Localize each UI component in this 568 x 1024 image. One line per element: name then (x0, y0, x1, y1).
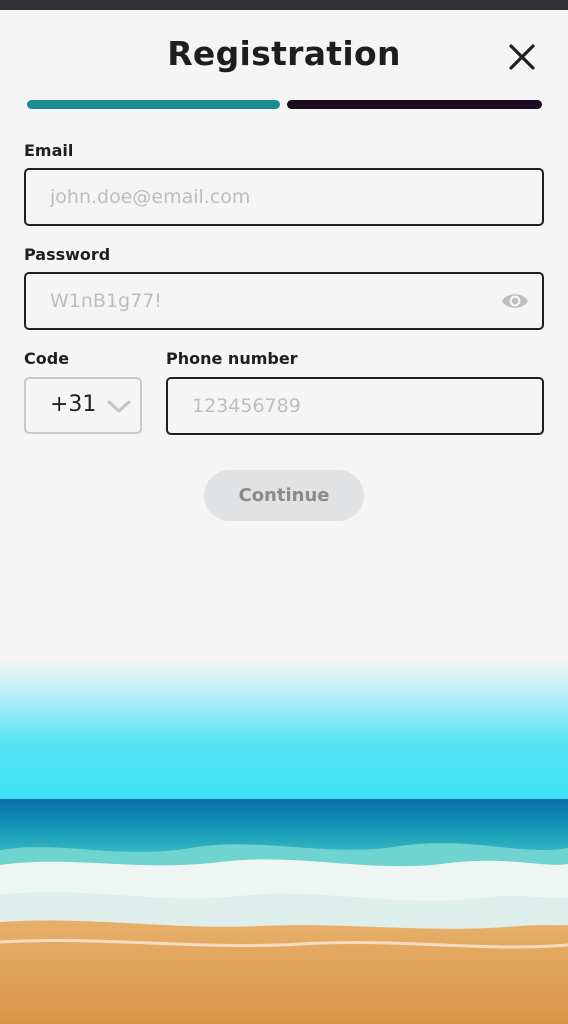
progress-step-2 (287, 100, 542, 109)
email-field[interactable] (26, 170, 542, 224)
phone-label: Phone number (166, 349, 298, 368)
email-label: Email (24, 141, 74, 160)
eye-icon (502, 294, 528, 308)
country-code-select[interactable]: +31 (24, 377, 142, 434)
beach-background-image (0, 660, 568, 1024)
progress-step-1 (27, 100, 280, 109)
close-button[interactable] (503, 40, 541, 78)
continue-button[interactable]: Continue (204, 470, 364, 521)
status-bar (0, 0, 568, 10)
password-field-wrapper (24, 272, 544, 330)
country-code-value: +31 (50, 392, 97, 417)
phone-number-field[interactable] (168, 379, 542, 433)
phone-field-wrapper (166, 377, 544, 435)
password-label: Password (24, 245, 111, 264)
close-icon (509, 44, 535, 70)
page-title: Registration (167, 34, 401, 73)
password-field[interactable] (26, 274, 542, 328)
email-field-wrapper (24, 168, 544, 226)
code-label: Code (24, 349, 70, 368)
show-password-button[interactable] (500, 289, 530, 313)
chevron-down-icon (107, 400, 131, 413)
header: Registration (0, 10, 568, 100)
